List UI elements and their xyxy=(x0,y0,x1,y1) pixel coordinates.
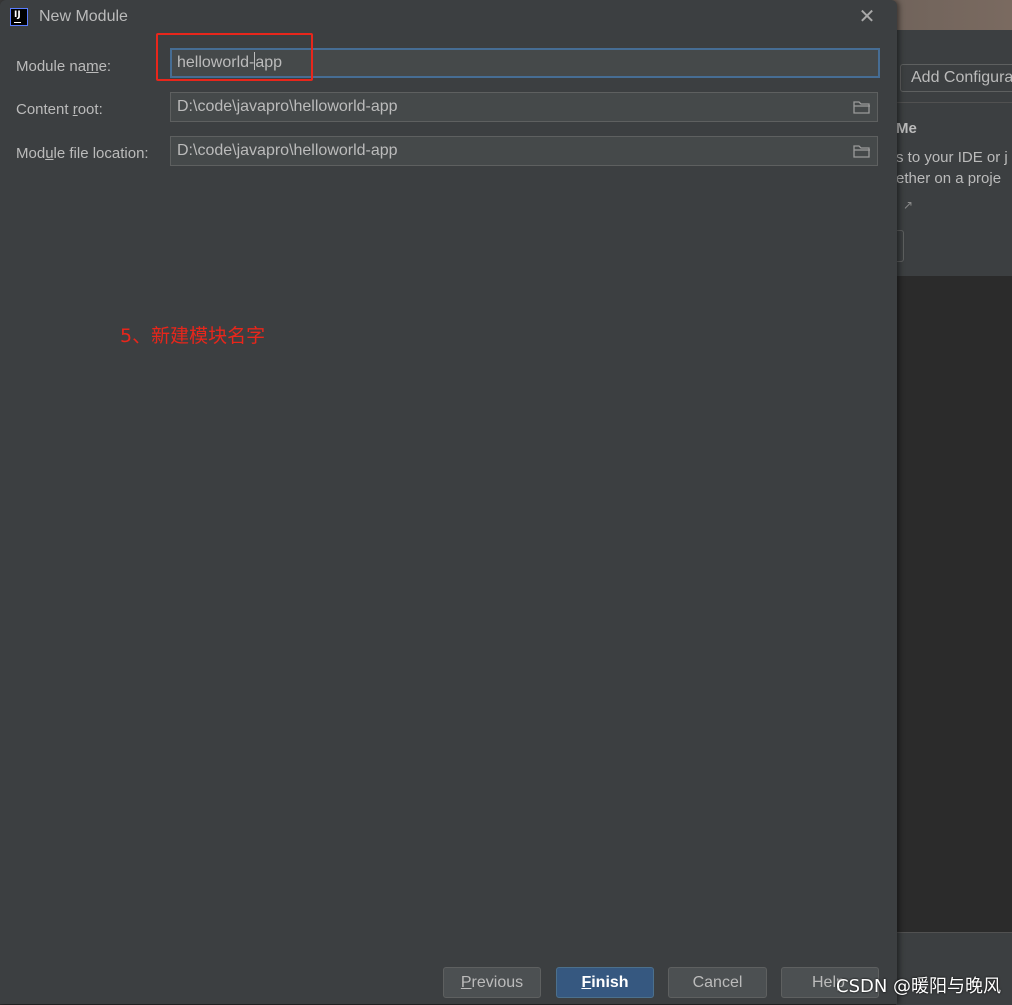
background-panel-text: ether on a proje xyxy=(896,170,1002,187)
add-configuration-button[interactable]: Add Configura xyxy=(900,64,1012,92)
background-editor xyxy=(896,276,1012,932)
close-icon[interactable]: ✕ xyxy=(856,6,878,28)
module-name-label: Module name: xyxy=(16,58,112,75)
new-module-dialog: IJ New Module ✕ Module name: helloworld-… xyxy=(0,0,897,1004)
highlight-annotation-box xyxy=(156,33,313,81)
annotation-text: 5、新建模块名字 xyxy=(120,325,266,347)
watermark: CSDN @暖阳与晚风 xyxy=(836,976,1002,997)
folder-icon[interactable] xyxy=(853,144,871,158)
background-panel-text: s to your IDE or j xyxy=(896,149,1008,166)
intellij-app-icon: IJ xyxy=(8,6,30,28)
folder-icon[interactable] xyxy=(853,100,871,114)
content-root-input[interactable]: D:\code\javapro\helloworld-app xyxy=(170,92,878,122)
module-file-location-input[interactable]: D:\code\javapro\helloworld-app xyxy=(170,136,878,166)
external-link-icon[interactable]: ↗ xyxy=(903,198,913,212)
finish-button[interactable]: Finish xyxy=(556,967,654,998)
cancel-button[interactable]: Cancel xyxy=(668,967,767,998)
previous-button[interactable]: Previous xyxy=(443,967,541,998)
module-file-location-label: Module file location: xyxy=(16,145,149,162)
dialog-title: New Module xyxy=(39,8,128,25)
content-root-label: Content root: xyxy=(16,101,103,118)
background-panel-title: Me xyxy=(896,120,917,137)
